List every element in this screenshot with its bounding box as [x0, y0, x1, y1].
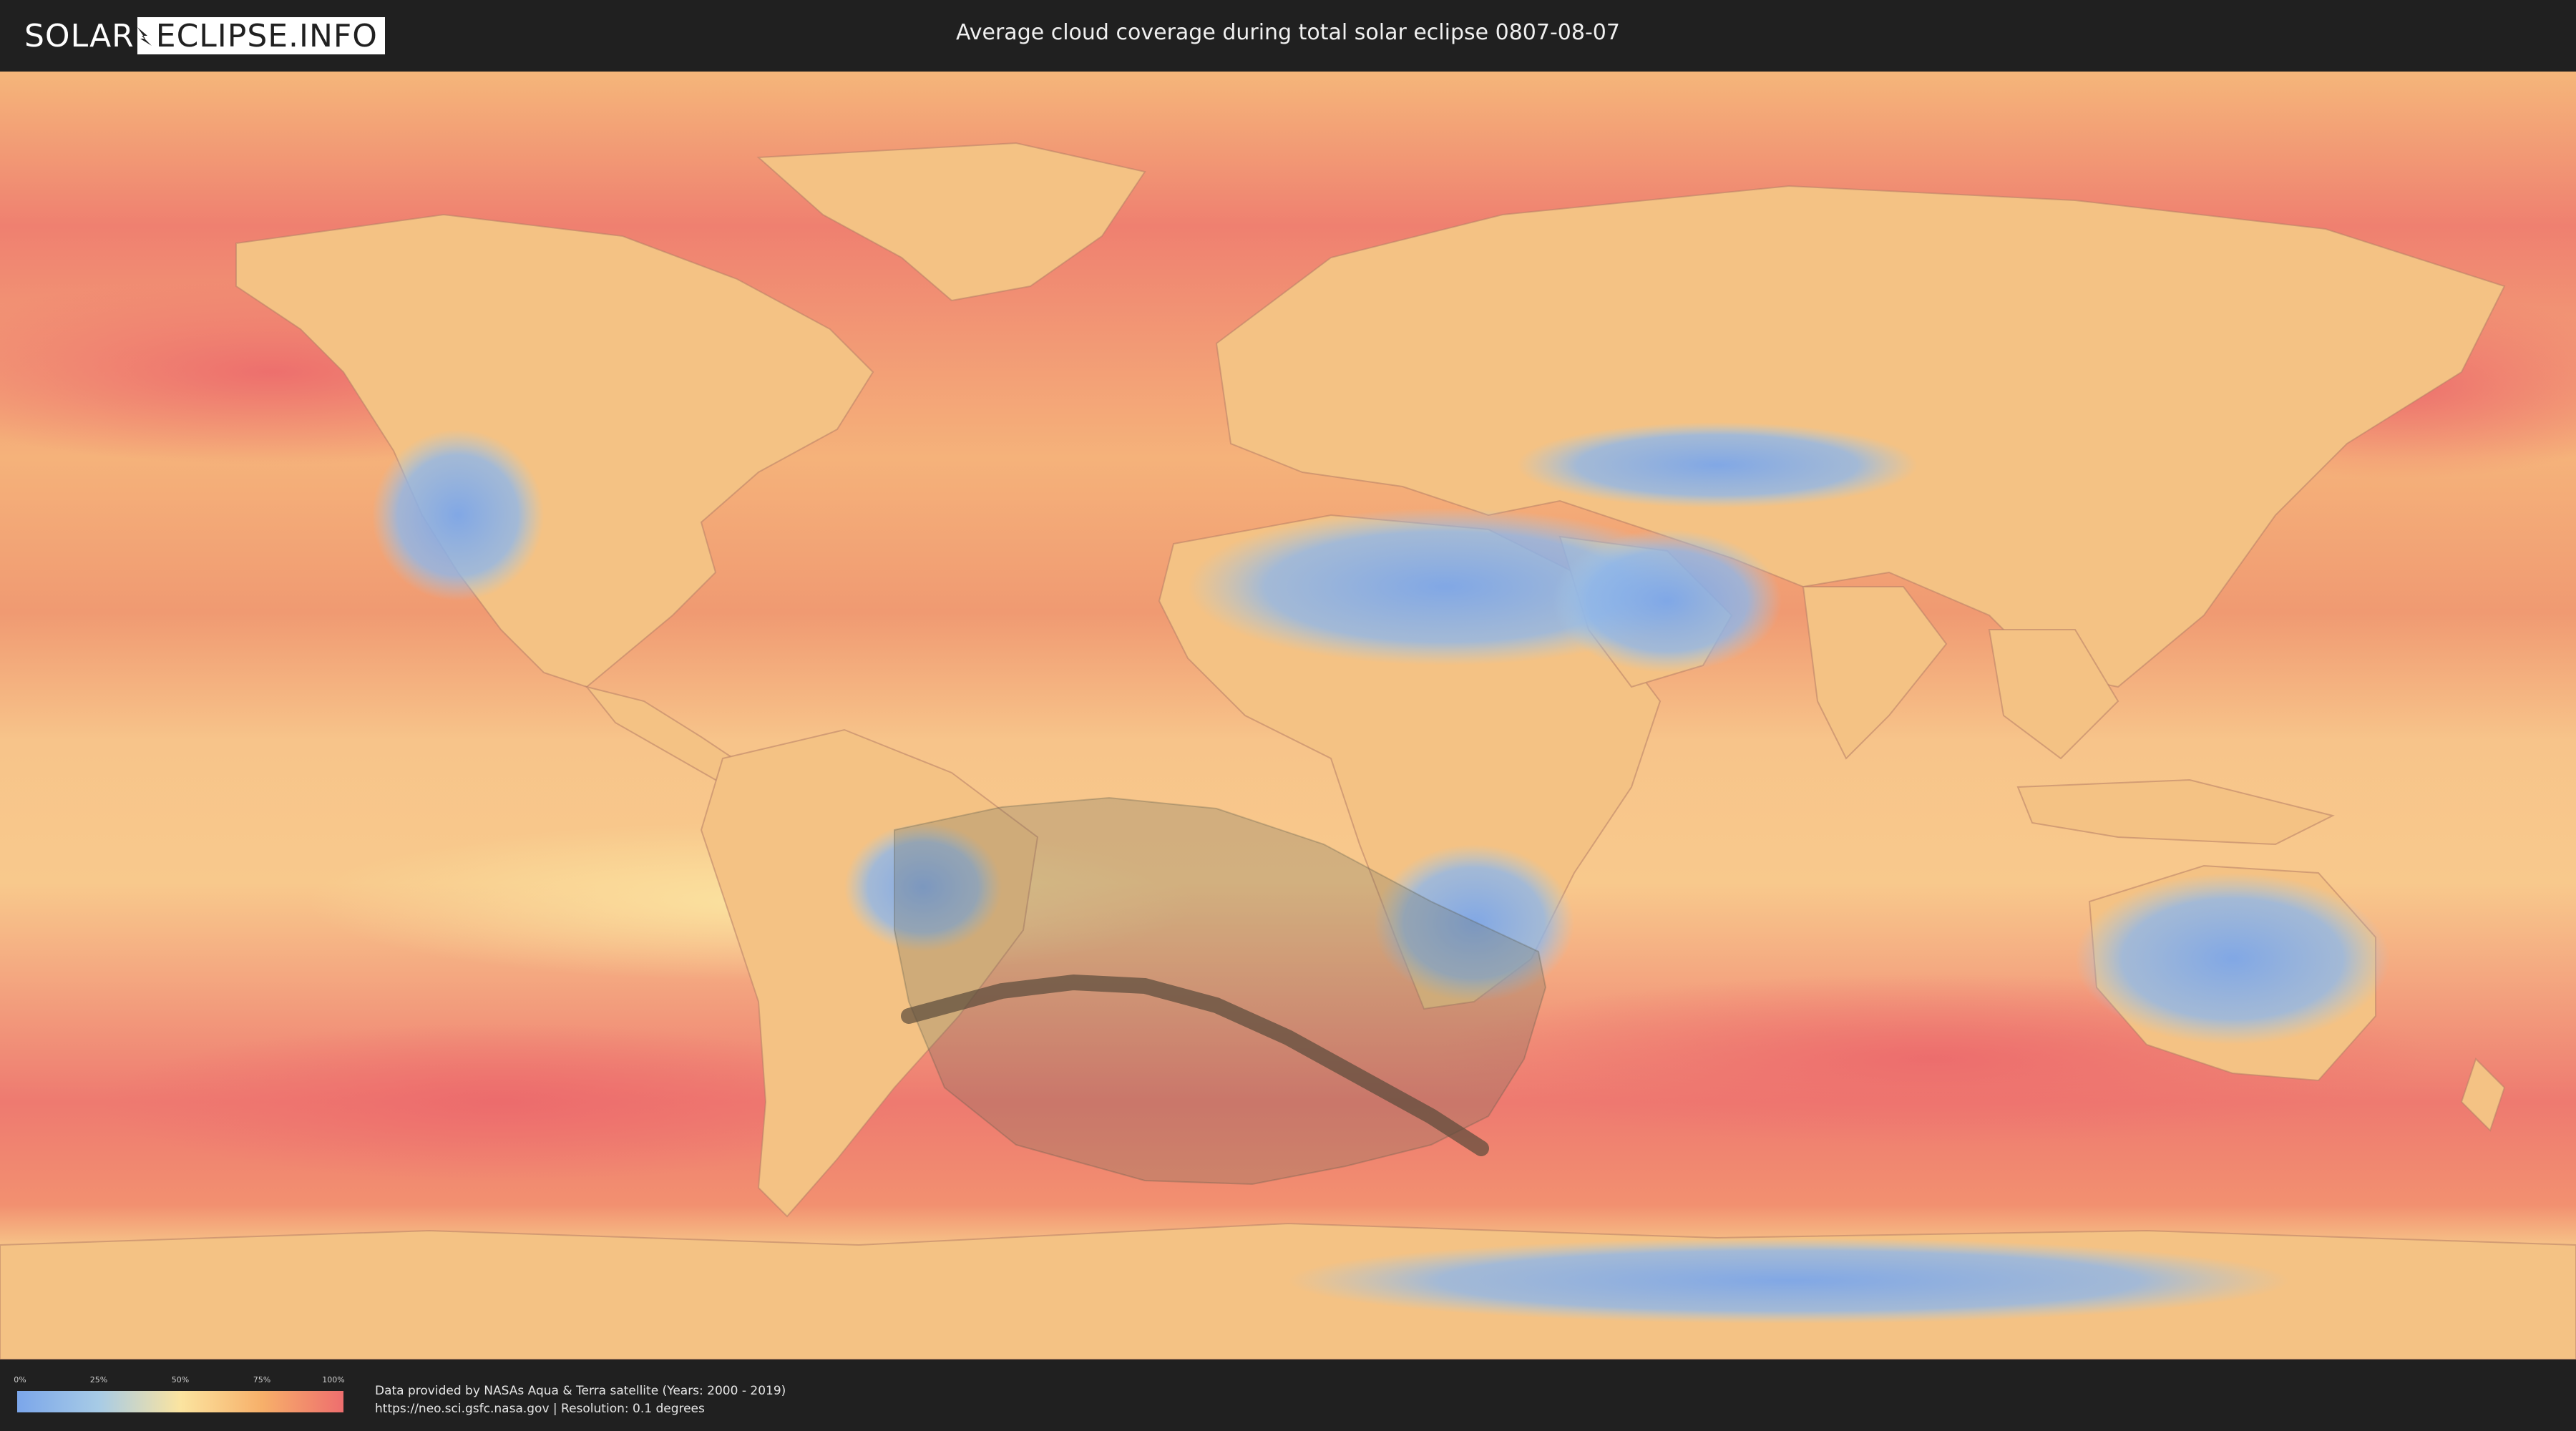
world-map	[0, 72, 2576, 1359]
clear-region-australia	[2075, 873, 2390, 1045]
page-title: Average cloud coverage during total sola…	[956, 20, 1620, 45]
legend-tick-0: 0%	[14, 1375, 26, 1384]
footer: 0% 25% 50% 75% 100% Data provided by NAS…	[0, 1359, 2576, 1431]
legend-tick-25: 25%	[89, 1375, 108, 1384]
legend-color-bar	[17, 1391, 343, 1412]
clear-region-central-asia	[1517, 422, 1918, 508]
legend-tick-75: 75%	[253, 1375, 271, 1384]
clear-region-western-usa	[372, 429, 544, 601]
legend-tick-100: 100%	[322, 1375, 345, 1384]
legend-ticks: 0% 25% 50% 75% 100%	[14, 1375, 345, 1388]
cloud-coverage-map	[0, 72, 2576, 1359]
cloud-coverage-legend: 0% 25% 50% 75% 100%	[14, 1375, 345, 1412]
clear-region-arabia	[1553, 529, 1782, 673]
legend-tick-50: 50%	[171, 1375, 190, 1384]
credits-line-source: Data provided by NASAs Aqua & Terra sate…	[375, 1384, 786, 1398]
data-credits: Data provided by NASAs Aqua & Terra sate…	[375, 1382, 786, 1418]
header: SOLAR ECLIPSE.INFO Average cloud coverag…	[0, 0, 2576, 72]
page: SOLAR ECLIPSE.INFO Average cloud coverag…	[0, 0, 2576, 1431]
clear-region-antarctica	[1288, 1238, 2290, 1324]
credits-line-url[interactable]: https://neo.sci.gsfc.nasa.gov | Resoluti…	[375, 1400, 786, 1418]
